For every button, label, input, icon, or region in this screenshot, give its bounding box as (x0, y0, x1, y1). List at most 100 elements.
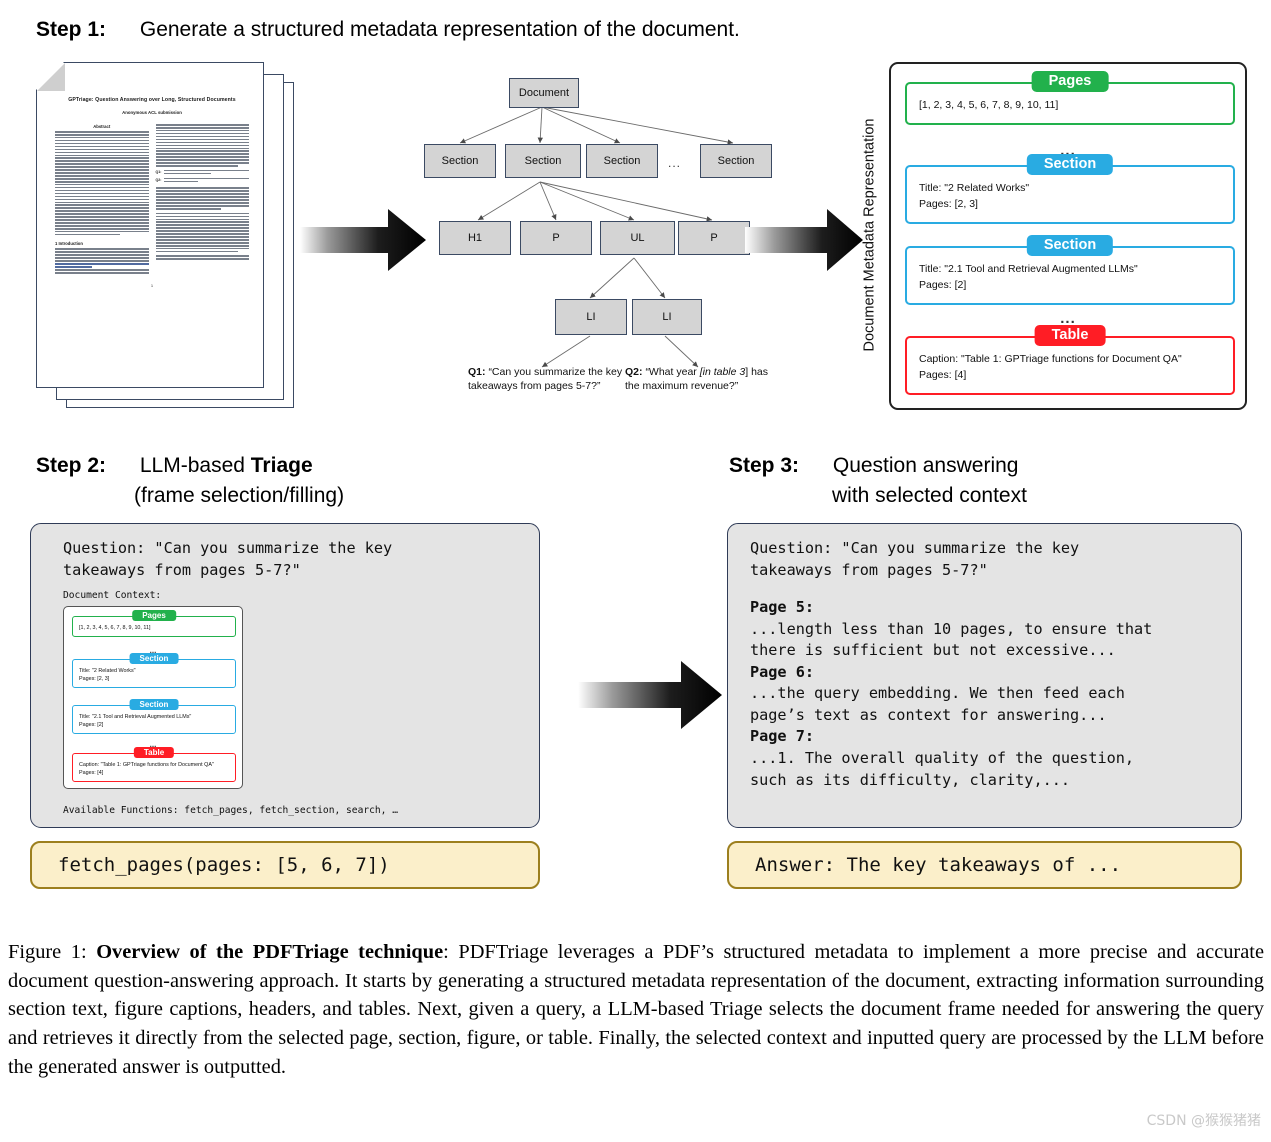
metadata-frame-section-2-line-1: Title: "2.1 Tool and Retrieval Augmented… (919, 263, 1138, 275)
tree-node-p-2: P (678, 221, 750, 255)
tree-node-document: Document (509, 78, 579, 108)
step3-text-line1: Question answering (832, 454, 1019, 477)
metadata-frame-section-1: Section Title: "2 Related Works" Pages: … (905, 154, 1235, 224)
step2-mini-badge-table: Table (133, 747, 175, 758)
document-page-number: 1 (150, 282, 154, 288)
step2-mini-badge-section-2: Section (129, 699, 179, 710)
step3-page-5-body: ...length less than 10 pages, to ensure … (750, 619, 1153, 660)
metadata-badge-table: Table (1034, 325, 1106, 346)
step2-mini-frame-section-2: Section Title: "2.1 Tool and Retrieval A… (72, 699, 236, 734)
document-q1-line: Q1: (155, 169, 249, 176)
metadata-frame-table: Table Caption: "Table 1: GPTriage functi… (905, 325, 1235, 395)
step2-mini-table-line-1: Caption: "Table 1: GPTriage functions fo… (79, 762, 214, 768)
metadata-frame-table-line-1: Caption: "Table 1: GPTriage functions fo… (919, 353, 1182, 365)
step2-available-functions: Available Functions: fetch_pages, fetch_… (63, 805, 399, 816)
step3-page-7-heading: Page 7: (750, 727, 815, 746)
tree-node-li-2: LI (632, 299, 702, 335)
metadata-badge-pages: Pages (1031, 71, 1109, 92)
step1-label: Step 1: (36, 18, 107, 41)
arrow-step2-to-step3 (578, 661, 722, 729)
step2-label: Step 2: (36, 454, 107, 477)
step2-text: LLM-based Triage (140, 454, 313, 477)
step2-prompt-panel: Question: "Can you summarize the key tak… (30, 523, 540, 828)
step2-output-box: fetch_pages(pages: [5, 6, 7]) (30, 841, 540, 889)
figure-caption-bold: Overview of the PDFTriage technique (96, 941, 444, 963)
step2-text-bold: Triage (250, 454, 313, 477)
step2-output-text: fetch_pages(pages: [5, 6, 7]) (58, 854, 390, 876)
introduction-heading: 1 Introduction (55, 241, 83, 247)
step3-text-line2: with selected context (832, 484, 1027, 508)
tree-question-2: Q2: “What year [in table 3] has the maxi… (625, 366, 785, 394)
tree-question-1-text: “Can you summarize the key takeaways fro… (468, 366, 623, 392)
tree-node-li-1: LI (555, 299, 627, 335)
document-authors: Anonymous ACL submission (122, 110, 182, 115)
tree-question-2-tag: Q2: (625, 366, 643, 378)
tree-node-section-4: Section (700, 144, 772, 178)
tree-node-h1: H1 (439, 221, 511, 255)
step1-header: Step 1: Generate a structured metadata r… (36, 18, 740, 42)
step1-text: Generate a structured metadata represent… (139, 18, 740, 41)
tree-node-p-1: P (520, 221, 592, 255)
tree-node-section-2: Section (505, 144, 581, 178)
step2-mini-section-2-line-1: Title: "2.1 Tool and Retrieval Augmented… (79, 714, 192, 720)
step3-header: Step 3: Question answering with selected… (729, 451, 1027, 512)
metadata-badge-section-1: Section (1026, 154, 1114, 175)
figure-caption-prefix: Figure 1: (8, 941, 97, 963)
document-sheet-front: GPTriage: Question Answering over Long, … (36, 62, 264, 388)
figure-caption: Figure 1: Overview of the PDFTriage tech… (8, 938, 1264, 1081)
step2-mini-pages-line-1: [1, 2, 3, 4, 5, 6, 7, 8, 9, 10, 11] (79, 625, 151, 631)
step2-context-label: Document Context: (63, 590, 162, 601)
metadata-frame-pages-line-1: [1, 2, 3, 4, 5, 6, 7, 8, 9, 10, 11] (919, 99, 1059, 111)
step2-text-pre: LLM-based (139, 454, 251, 477)
watermark: CSDN @猴猴猪猪 (1146, 1113, 1261, 1129)
step2-mini-section-2-line-2: Pages: [2] (79, 722, 104, 728)
step2-mini-table-line-2: Pages: [4] (79, 770, 104, 776)
metadata-vertical-label: Document Metadata Representation (856, 60, 882, 410)
step2-mini-badge-section-1: Section (129, 653, 179, 664)
step2-question: Question: "Can you summarize the key tak… (63, 539, 393, 579)
document-left-column: Abstract 1 Introduction (55, 124, 149, 277)
document-metadata-representation-panel: Pages [1, 2, 3, 4, 5, 6, 7, 8, 9, 10, 11… (889, 62, 1247, 410)
metadata-vertical-label-text: Document Metadata Representation (861, 118, 878, 352)
arrow-tree-to-metadata (745, 209, 863, 271)
step2-mini-section-1-line-2: Pages: [2, 3] (79, 676, 110, 682)
metadata-frame-section-1-line-2: Pages: [2, 3] (919, 198, 978, 210)
metadata-frame-section-2: Section Title: "2.1 Tool and Retrieval A… (905, 235, 1235, 305)
step2-document-context-panel: Pages [1, 2, 3, 4, 5, 6, 7, 8, 9, 10, 11… (63, 606, 243, 789)
document-title: GPTriage: Question Answering over Long, … (68, 97, 236, 103)
metadata-frame-section-2-line-2: Pages: [2] (919, 279, 967, 291)
arrow-doc-to-tree (300, 209, 426, 271)
page-fold-corner (37, 63, 65, 91)
metadata-frame-pages: Pages [1, 2, 3, 4, 5, 6, 7, 8, 9, 10, 11… (905, 71, 1235, 125)
step3-question: Question: "Can you summarize the key tak… (750, 539, 1080, 579)
step2-header: Step 2: LLM-based Triage (frame selectio… (36, 451, 344, 512)
step3-answer-panel: Question: "Can you summarize the key tak… (727, 523, 1242, 828)
tree-question-2-text-em: [in table 3 (699, 366, 746, 378)
document-q2-line: Q2: (156, 177, 249, 184)
tree-question-2-text-pre: “What year (645, 366, 700, 378)
step3-output-text: Answer: The key takeaways of ... (755, 854, 1122, 876)
document-preview-stack: GPTriage: Question Answering over Long, … (36, 62, 304, 412)
tree-node-ul: UL (600, 221, 675, 255)
step2-mini-frame-section-1: Section Title: "2 Related Works" Pages: … (72, 653, 236, 688)
step2-mini-section-1-line-1: Title: "2 Related Works" (79, 668, 136, 674)
step3-output-box: Answer: The key takeaways of ... (727, 841, 1242, 889)
step3-label: Step 3: (729, 454, 800, 477)
step2-mini-badge-pages: Pages (132, 610, 176, 621)
step2-text-line2: (frame selection/filling) (134, 484, 345, 508)
step3-page-5-heading: Page 5: (750, 598, 815, 616)
metadata-frame-section-1-line-1: Title: "2 Related Works" (919, 182, 1030, 194)
document-page-content: GPTriage: Question Answering over Long, … (55, 97, 249, 371)
tree-question-1-tag: Q1: (468, 366, 486, 378)
document-right-column: Q1: Q2: (155, 124, 249, 277)
document-q1-tag: Q1: (155, 169, 162, 174)
step3-page-6-heading: Page 6: (750, 662, 815, 681)
step3-page-6-body: ...the query embedding. We then feed eac… (750, 684, 1125, 724)
metadata-badge-section-2: Section (1026, 235, 1114, 256)
step2-mini-frame-table: Table Caption: "Table 1: GPTriage functi… (72, 747, 236, 782)
step2-mini-frame-pages: Pages [1, 2, 3, 4, 5, 6, 7, 8, 9, 10, 11… (72, 610, 236, 637)
tree-node-section-3: Section (586, 144, 658, 178)
tree-question-1: Q1: “Can you summarize the key takeaways… (468, 366, 628, 394)
tree-node-section-1: Section (424, 144, 496, 178)
abstract-heading: Abstract (93, 124, 111, 129)
